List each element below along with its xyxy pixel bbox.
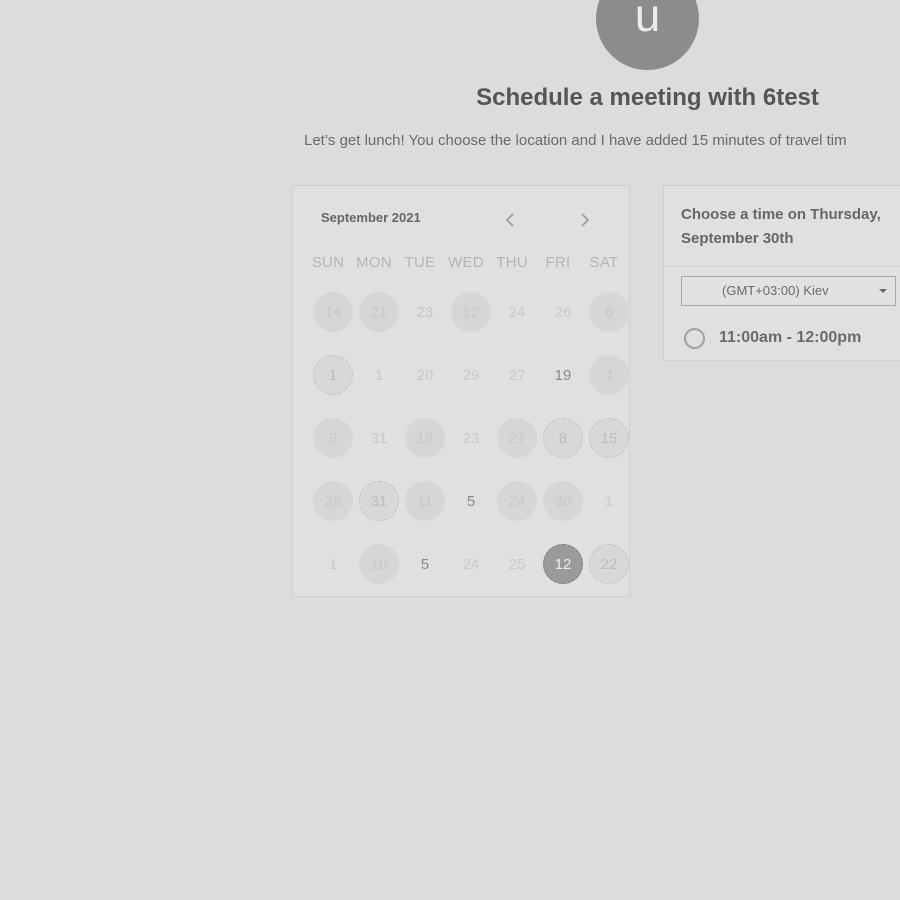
day-number: 10	[359, 544, 399, 584]
calendar-day: 1	[310, 541, 356, 587]
calendar-day: 29	[448, 352, 494, 398]
day-number: 24	[462, 555, 480, 573]
time-slot-label: 11:00am - 12:00pm	[719, 329, 862, 346]
calendar-day[interactable]: 15	[586, 415, 632, 461]
calendar-day[interactable]: 14	[310, 289, 356, 335]
weekday-header: SUN MON TUE WED THU FRI SAT	[305, 254, 628, 271]
avatar-initial: u	[634, 0, 661, 41]
calendar-day: 27	[494, 352, 540, 398]
day-number: 28	[313, 481, 353, 521]
calendar-day[interactable]: 28	[310, 478, 356, 524]
calendar-day[interactable]: 4	[586, 352, 632, 398]
calendar-day[interactable]: 11	[402, 478, 448, 524]
calendar-day[interactable]: 8	[540, 415, 586, 461]
calendar-day: 23	[448, 415, 494, 461]
day-number: 14	[313, 292, 353, 332]
calendar-day: 20	[402, 352, 448, 398]
calendar-day[interactable]: 6	[586, 289, 632, 335]
caret-down-icon	[879, 289, 887, 293]
calendar-day[interactable]: 27	[494, 415, 540, 461]
day-grid: 14 21 23 12 24 26 6 1 1 20 29 27 19 4 5 31 19 23 27 8 15 28 31…	[310, 289, 633, 604]
day-number: 27	[508, 366, 526, 384]
time-selection-panel: Choose a time on Thursday, September 30t…	[663, 185, 900, 361]
day-number: 21	[359, 292, 399, 332]
day-number: 19	[405, 418, 445, 458]
meeting-description: Let’s get lunch! You choose the location…	[304, 132, 847, 149]
calendar-day[interactable]: 5	[402, 541, 448, 587]
day-number: 12	[451, 292, 491, 332]
previous-month-button[interactable]	[498, 208, 522, 232]
calendar-day: 24	[494, 289, 540, 335]
day-number: 24	[508, 303, 526, 321]
day-number: 29	[462, 366, 480, 384]
chevron-right-icon	[581, 213, 590, 227]
calendar-day[interactable]: 30	[540, 478, 586, 524]
day-number: 20	[416, 366, 434, 384]
calendar-day[interactable]: 24	[494, 478, 540, 524]
time-panel-heading: Choose a time on Thursday, September 30t…	[681, 206, 881, 247]
day-number: 19	[554, 366, 572, 384]
day-number: 5	[313, 418, 353, 458]
day-number: 15	[589, 418, 629, 458]
day-number: 1	[328, 555, 338, 573]
calendar-day: 31	[356, 415, 402, 461]
day-number: 1	[313, 355, 353, 395]
day-number: 25	[508, 555, 526, 573]
calendar-day: 26	[540, 289, 586, 335]
day-number: 6	[589, 292, 629, 332]
weekday-label: SUN	[311, 254, 345, 271]
calendar-day-selected[interactable]: 12	[540, 541, 586, 587]
day-number: 5	[466, 492, 476, 510]
weekday-label: THU	[496, 254, 528, 271]
weekday-label: TUE	[404, 254, 436, 271]
day-number: 22	[589, 544, 629, 584]
day-number: 24	[497, 481, 537, 521]
page-title: Schedule a meeting with 6test	[476, 84, 819, 111]
calendar-day[interactable]: 31	[356, 478, 402, 524]
day-number: 5	[420, 555, 430, 573]
weekday-label: WED	[448, 254, 484, 271]
scheduling-page: u Schedule a meeting with 6test Let’s ge…	[0, 0, 900, 900]
day-number: 31	[370, 429, 388, 447]
day-number: 8	[543, 418, 583, 458]
day-number: 23	[462, 429, 480, 447]
radio-button[interactable]	[684, 327, 705, 349]
calendar-day: 24	[448, 541, 494, 587]
timezone-value: (GMT+03:00) Kiev	[722, 283, 829, 298]
weekday-label: SAT	[589, 254, 619, 271]
day-number: 11	[405, 481, 445, 521]
calendar-day[interactable]: 21	[356, 289, 402, 335]
next-month-button[interactable]	[573, 208, 597, 232]
weekday-label: MON	[356, 254, 392, 271]
day-number: 1	[374, 366, 384, 384]
calendar-day[interactable]: 1	[310, 352, 356, 398]
day-number: 27	[497, 418, 537, 458]
date-picker-calendar: September 2021 SUN MON TUE WED THU FRI S…	[292, 185, 630, 597]
time-slot-option[interactable]: 11:00am - 12:00pm	[684, 325, 861, 351]
day-number: 31	[359, 481, 399, 521]
weekday-label: FRI	[545, 254, 571, 271]
day-number: 12	[543, 544, 583, 584]
calendar-day: 1	[356, 352, 402, 398]
calendar-day[interactable]: 12	[448, 289, 494, 335]
month-label: September 2021	[321, 210, 421, 225]
day-number: 30	[543, 481, 583, 521]
calendar-day[interactable]: 10	[356, 541, 402, 587]
calendar-day[interactable]: 19	[540, 352, 586, 398]
timezone-select[interactable]: (GMT+03:00) Kiev	[681, 276, 896, 306]
chevron-left-icon	[505, 213, 514, 227]
calendar-day[interactable]: 5	[448, 478, 494, 524]
day-number: 4	[589, 355, 629, 395]
calendar-day: 1	[586, 478, 632, 524]
day-number: 26	[554, 303, 572, 321]
calendar-day[interactable]: 22	[586, 541, 632, 587]
calendar-day[interactable]: 5	[310, 415, 356, 461]
divider	[664, 266, 900, 267]
calendar-day: 25	[494, 541, 540, 587]
avatar: u	[596, 0, 699, 70]
day-number: 23	[416, 303, 434, 321]
calendar-day[interactable]: 19	[402, 415, 448, 461]
calendar-day: 23	[402, 289, 448, 335]
day-number: 1	[604, 492, 614, 510]
